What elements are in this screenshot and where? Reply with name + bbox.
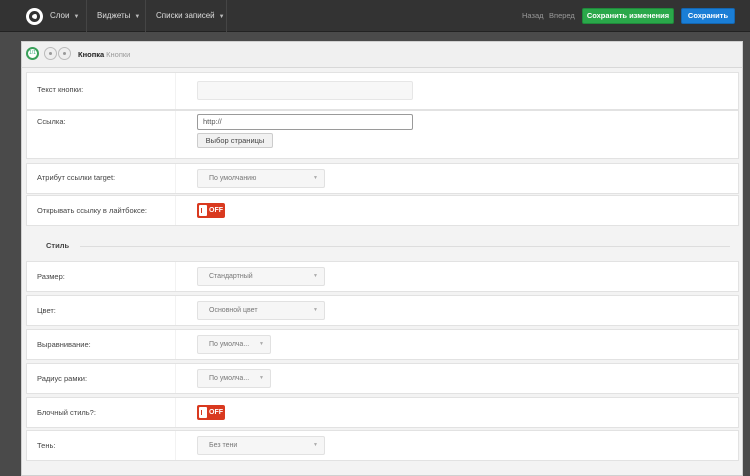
top-toolbar: Слои ▼ Виджеты ▼ Списки записей ▼ Назад Впе… xyxy=(0,0,750,32)
select-page-button[interactable]: Выбор страницы xyxy=(197,133,273,148)
row-divider xyxy=(175,398,176,427)
field-label: Открывать ссылку в лайтбоксе: xyxy=(37,206,147,215)
field-row-target: Атрибут ссылки target: По умолчанию ▼ xyxy=(26,163,739,194)
field-row-size: Размер: Стандартный ▼ xyxy=(26,261,739,292)
style-section-header: Стиль xyxy=(26,232,739,260)
chevron-down-icon: ▼ xyxy=(259,341,264,347)
nav-separator xyxy=(86,0,87,32)
row-divider xyxy=(175,164,176,193)
toggle-knob xyxy=(199,407,207,418)
field-row-align: Выравнивание: По умолча... ▼ xyxy=(26,329,739,360)
row-divider xyxy=(175,111,176,158)
size-select[interactable]: Стандартный ▼ xyxy=(197,267,325,286)
nav-layers-label: Слои xyxy=(50,11,70,20)
chevron-down-icon: ▼ xyxy=(313,442,318,448)
field-label: Блочный стиль?: xyxy=(37,408,96,417)
toggle-state: OFF xyxy=(209,207,223,214)
chevron-down-icon: ▼ xyxy=(218,14,225,20)
history-current-icon[interactable]: 1/1 xyxy=(26,47,39,60)
widget-settings-panel: 1/1 Кнопка Кнопки Текст кнопки: Ссылка: h… xyxy=(21,41,743,476)
radius-select-value: По умолча... xyxy=(209,375,250,382)
row-divider xyxy=(175,364,176,393)
field-row-lightbox: Открывать ссылку в лайтбоксе: OFF xyxy=(26,195,739,226)
shadow-select-value: Без тени xyxy=(209,442,238,449)
row-divider xyxy=(175,262,176,291)
field-row-block-style: Блочный стиль?: OFF xyxy=(26,397,739,428)
panel-header: 1/1 Кнопка Кнопки xyxy=(22,42,742,68)
color-select[interactable]: Основной цвет ▼ xyxy=(197,301,325,320)
chevron-down-icon: ▼ xyxy=(134,14,141,20)
target-select[interactable]: По умолчанию ▼ xyxy=(197,169,325,188)
field-label: Текст кнопки: xyxy=(37,85,84,94)
nav-separator xyxy=(226,0,227,32)
field-label: Цвет: xyxy=(37,306,56,315)
size-select-value: Стандартный xyxy=(209,273,253,280)
link-input[interactable]: http:// xyxy=(197,114,413,130)
align-select[interactable]: По умолча... ▼ xyxy=(197,335,271,354)
section-divider-line xyxy=(80,246,730,247)
nav-record-lists-label: Списки записей xyxy=(156,11,215,20)
save-button[interactable]: Сохранить xyxy=(681,8,735,24)
nav-layers-menu[interactable]: Слои ▼ xyxy=(50,0,79,32)
nav-widgets-label: Виджеты xyxy=(97,11,131,20)
row-divider xyxy=(175,73,176,109)
history-forward-icon[interactable] xyxy=(58,47,71,60)
forward-link[interactable]: Вперед xyxy=(549,0,575,32)
toggle-state: OFF xyxy=(209,409,223,416)
panel-subtitle: Кнопки xyxy=(106,50,131,59)
nav-record-lists-menu[interactable]: Списки записей ▼ xyxy=(156,0,225,32)
chevron-down-icon: ▼ xyxy=(313,307,318,313)
panel-title-text: Кнопка xyxy=(78,50,105,59)
section-title: Стиль xyxy=(46,241,70,250)
chevron-down-icon: ▼ xyxy=(313,175,318,181)
lightbox-toggle[interactable]: OFF xyxy=(197,203,225,218)
save-changes-button[interactable]: Сохранить изменения xyxy=(582,8,674,24)
radius-select[interactable]: По умолча... ▼ xyxy=(197,369,271,388)
app-logo-icon[interactable] xyxy=(26,8,43,25)
target-select-value: По умолчанию xyxy=(209,175,257,182)
chevron-down-icon: ▼ xyxy=(73,14,80,20)
nav-separator xyxy=(145,0,146,32)
row-divider xyxy=(175,196,176,225)
field-row-button-text: Текст кнопки: xyxy=(26,72,739,110)
back-link[interactable]: Назад xyxy=(522,0,544,32)
field-label: Атрибут ссылки target: xyxy=(37,173,116,182)
history-back-icon[interactable] xyxy=(44,47,57,60)
field-row-radius: Радиус рамки: По умолча... ▼ xyxy=(26,363,739,394)
row-divider xyxy=(175,296,176,325)
field-label: Тень: xyxy=(37,441,56,450)
field-label: Радиус рамки: xyxy=(37,374,88,383)
row-divider xyxy=(175,431,176,460)
field-label: Ссылка: xyxy=(37,117,66,126)
chevron-down-icon: ▼ xyxy=(259,375,264,381)
field-label: Выравнивание: xyxy=(37,340,91,349)
shadow-select[interactable]: Без тени ▼ xyxy=(197,436,325,455)
align-select-value: По умолча... xyxy=(209,341,250,348)
toggle-knob xyxy=(199,205,207,216)
color-select-value: Основной цвет xyxy=(209,307,258,314)
field-row-shadow: Тень: Без тени ▼ xyxy=(26,430,739,461)
row-divider xyxy=(175,330,176,359)
block-style-toggle[interactable]: OFF xyxy=(197,405,225,420)
field-label: Размер: xyxy=(37,272,65,281)
button-text-input[interactable] xyxy=(197,81,413,100)
chevron-down-icon: ▼ xyxy=(313,273,318,279)
panel-title: Кнопка Кнопки xyxy=(78,42,130,68)
nav-widgets-menu[interactable]: Виджеты ▼ xyxy=(97,0,140,32)
field-row-color: Цвет: Основной цвет ▼ xyxy=(26,295,739,326)
field-row-link: Ссылка: http:// Выбор страницы xyxy=(26,110,739,159)
